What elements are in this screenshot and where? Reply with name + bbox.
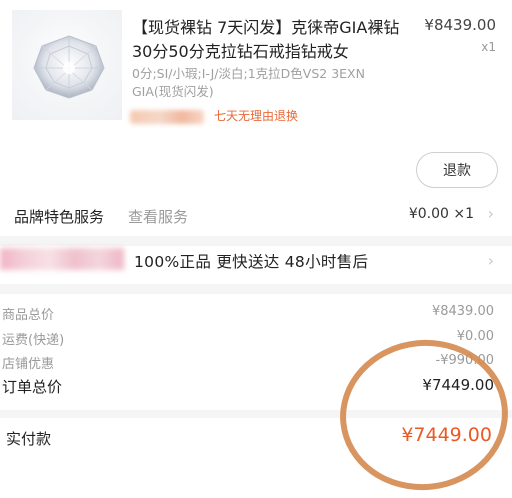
refund-button[interactable]: 退款 bbox=[416, 152, 498, 188]
product-price: ¥8439.00 bbox=[424, 16, 496, 34]
return-policy-tag: 七天无理由退换 bbox=[214, 109, 299, 123]
view-service-link[interactable]: 查看服务 bbox=[128, 206, 188, 227]
diamond-icon bbox=[33, 35, 105, 99]
discount-label: 店铺优惠 bbox=[2, 357, 55, 372]
brand-service-price: ¥0.00 ×1 bbox=[408, 206, 474, 222]
blurred-badge bbox=[130, 110, 204, 124]
product-specs: 0分;SI/小瑕;I-J/淡白;1克拉D色VS2 3EXN GIA(现货闪发) bbox=[132, 66, 365, 99]
guarantee-text[interactable]: 100%正品 更快送达 48小时售后 bbox=[134, 250, 368, 272]
chevron-right-icon[interactable]: › bbox=[488, 204, 494, 223]
product-title[interactable]: 【现货裸钻 7天闪发】克徕帝GIA裸钻30分50分克拉钻石戒指钻戒女 bbox=[132, 16, 407, 64]
shipping-value: ¥0.00 bbox=[456, 329, 494, 344]
product-thumbnail[interactable] bbox=[12, 10, 122, 120]
shipping-label: 运费(快递) bbox=[2, 333, 65, 348]
goods-total-value: ¥8439.00 bbox=[431, 304, 494, 319]
section-divider bbox=[0, 236, 512, 246]
paid-label: 实付款 bbox=[6, 430, 52, 448]
blurred-logo bbox=[0, 248, 124, 270]
chevron-right-icon[interactable]: › bbox=[488, 251, 494, 270]
goods-total-label: 商品总价 bbox=[2, 308, 55, 323]
section-divider bbox=[0, 284, 512, 294]
order-total-label: 订单总价 bbox=[2, 378, 63, 396]
product-quantity: x1 bbox=[481, 40, 496, 54]
brand-service-label: 品牌特色服务 bbox=[14, 208, 105, 226]
